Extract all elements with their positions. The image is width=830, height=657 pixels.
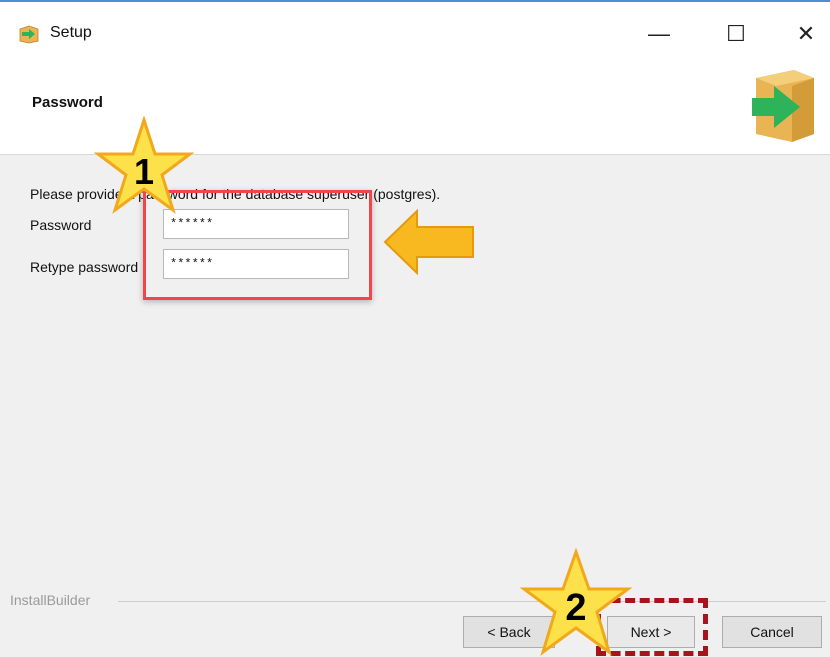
installbuilder-label: InstallBuilder bbox=[10, 592, 95, 608]
cancel-button[interactable]: Cancel bbox=[722, 616, 822, 648]
pointer-arrow-annotation bbox=[383, 209, 474, 275]
maximize-icon: ☐ bbox=[726, 21, 746, 46]
retype-password-label: Retype password bbox=[30, 259, 139, 275]
close-button[interactable]: ✕ bbox=[784, 14, 828, 54]
page-title: Password bbox=[32, 94, 103, 111]
password-label: Password bbox=[30, 217, 92, 233]
title-bar[interactable] bbox=[0, 2, 830, 58]
minimize-icon: — bbox=[648, 21, 670, 46]
step-1-star-annotation: 1 bbox=[94, 116, 194, 214]
window-title: Setup bbox=[50, 24, 92, 41]
setup-app-icon bbox=[19, 25, 39, 44]
step-2-number: 2 bbox=[565, 587, 586, 629]
step-2-star-annotation: 2 bbox=[520, 548, 632, 656]
footer-divider bbox=[118, 601, 826, 602]
installer-box-logo bbox=[752, 70, 814, 142]
minimize-button[interactable]: — bbox=[637, 14, 681, 54]
close-icon: ✕ bbox=[796, 21, 816, 46]
maximize-button[interactable]: ☐ bbox=[714, 14, 758, 54]
step-1-number: 1 bbox=[134, 151, 154, 192]
